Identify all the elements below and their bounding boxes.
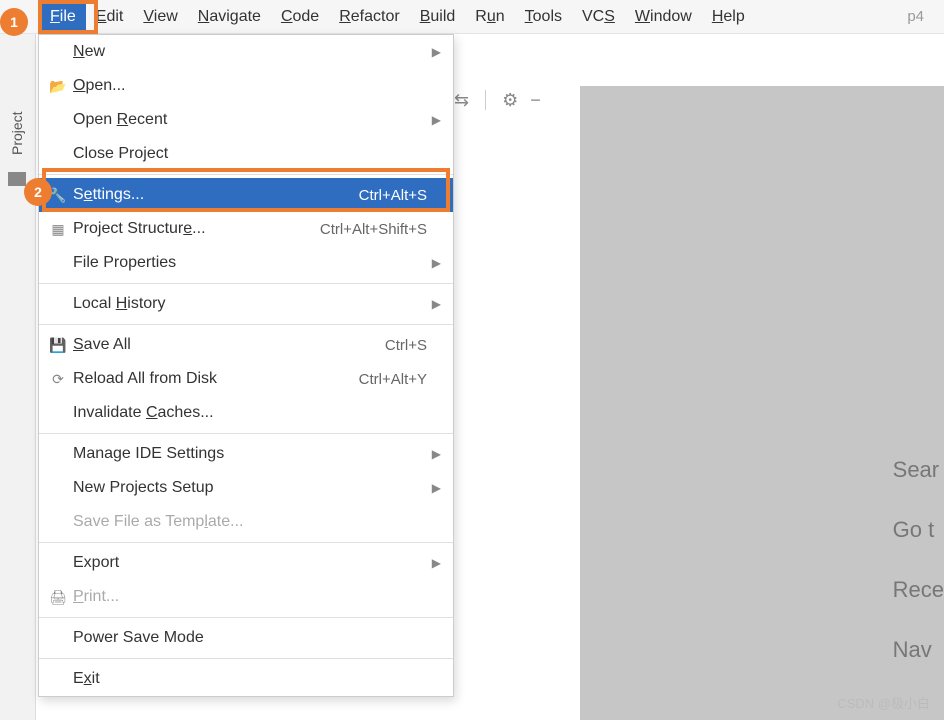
editor-empty-panel: SearGo tReceNav (580, 86, 944, 720)
menu-separator (39, 542, 453, 543)
menu-item-label: Invalidate Caches... (69, 404, 427, 422)
menu-tools[interactable]: Tools (515, 2, 572, 32)
watermark: CSDN @极小白 (837, 693, 930, 712)
menu-run[interactable]: Run (465, 2, 514, 32)
menu-item-label: Save All (69, 336, 385, 354)
menu-vcs[interactable]: VCS (572, 2, 625, 32)
menu-item-reload-from-disk[interactable]: ⟳Reload All from DiskCtrl+Alt+Y (39, 362, 453, 396)
editor-toolbar: ⇆ ⚙ − (454, 86, 541, 114)
menu-item-shortcut: Ctrl+Alt+Y (359, 371, 427, 388)
menu-navigate[interactable]: Navigate (188, 2, 271, 32)
menu-item-new-projects-setup[interactable]: New Projects Setup▶ (39, 471, 453, 505)
menu-item-invalidate-caches[interactable]: Invalidate Caches... (39, 396, 453, 430)
menu-separator (39, 283, 453, 284)
gear-icon[interactable]: ⚙ (502, 90, 518, 111)
save-all-icon: 💾 (47, 337, 69, 354)
menu-item-label: Local History (69, 295, 427, 313)
menu-item-file-properties[interactable]: File Properties▶ (39, 246, 453, 280)
callout-box-1 (38, 0, 98, 34)
menu-item-new[interactable]: New▶ (39, 35, 453, 69)
hint-text: Sear (893, 440, 944, 500)
menu-item-open[interactable]: 📂Open... (39, 69, 453, 103)
menu-separator (39, 324, 453, 325)
callout-badge-2: 2 (24, 178, 52, 206)
submenu-arrow-icon: ▶ (427, 113, 441, 127)
menu-item-open-recent[interactable]: Open Recent▶ (39, 103, 453, 137)
callout-box-2 (42, 168, 450, 212)
menu-item-export[interactable]: Export▶ (39, 546, 453, 580)
menu-item-label: Export (69, 554, 427, 572)
file-menu-dropdown: New▶📂Open...Open Recent▶Close Project🔧Se… (38, 34, 454, 697)
menu-item-label: New Projects Setup (69, 479, 427, 497)
menu-item-print: 🖨Print... (39, 580, 453, 614)
menu-help[interactable]: Help (702, 2, 755, 32)
menu-build[interactable]: Build (410, 2, 466, 32)
print-icon: 🖨 (47, 589, 69, 606)
menu-item-project-structure[interactable]: ▦Project Structure...Ctrl+Alt+Shift+S (39, 212, 453, 246)
menu-code[interactable]: Code (271, 2, 329, 32)
menu-separator (39, 433, 453, 434)
menu-item-label: Close Project (69, 145, 427, 163)
menu-item-label: Power Save Mode (69, 629, 427, 647)
callout-badge-1: 1 (0, 8, 28, 36)
menu-item-label: Print... (69, 588, 427, 606)
menubar: FileEditViewNavigateCodeRefactorBuildRun… (0, 0, 944, 34)
menu-window[interactable]: Window (625, 2, 702, 32)
filter-icon[interactable]: ⇆ (454, 90, 469, 111)
menu-item-label: Open... (69, 77, 427, 95)
hint-text: Rece (893, 560, 944, 620)
project-label: p4 (907, 8, 944, 25)
menu-item-exit[interactable]: Exit (39, 662, 453, 696)
menu-item-label: Save File as Template... (69, 513, 427, 531)
submenu-arrow-icon: ▶ (427, 297, 441, 311)
menu-item-label: Reload All from Disk (69, 370, 359, 388)
minimize-icon[interactable]: − (530, 90, 541, 111)
hint-text: Go t (893, 500, 944, 560)
menu-item-manage-ide-settings[interactable]: Manage IDE Settings▶ (39, 437, 453, 471)
project-tool-tab[interactable]: Project (2, 98, 32, 168)
folder-icon (8, 172, 26, 186)
menu-refactor[interactable]: Refactor (329, 2, 409, 32)
submenu-arrow-icon: ▶ (427, 256, 441, 270)
menu-item-close-project[interactable]: Close Project (39, 137, 453, 171)
submenu-arrow-icon: ▶ (427, 481, 441, 495)
sidebar: Project (0, 34, 36, 720)
menu-item-power-save-mode[interactable]: Power Save Mode (39, 621, 453, 655)
menu-separator (39, 658, 453, 659)
menu-item-label: New (69, 43, 427, 61)
open-icon: 📂 (47, 78, 69, 95)
menu-item-shortcut: Ctrl+S (385, 337, 427, 354)
menu-item-label: Project Structure... (69, 220, 320, 238)
menu-view[interactable]: View (133, 2, 187, 32)
hint-text: Nav (893, 620, 944, 680)
menu-item-save-file-as-template: Save File as Template... (39, 505, 453, 539)
menu-separator (39, 617, 453, 618)
submenu-arrow-icon: ▶ (427, 45, 441, 59)
project-structure-icon: ▦ (47, 221, 69, 238)
menu-item-label: File Properties (69, 254, 427, 272)
menu-item-label: Open Recent (69, 111, 427, 129)
submenu-arrow-icon: ▶ (427, 447, 441, 461)
menu-item-label: Manage IDE Settings (69, 445, 427, 463)
reload-from-disk-icon: ⟳ (47, 371, 69, 388)
menu-item-label: Exit (69, 670, 427, 688)
menu-item-local-history[interactable]: Local History▶ (39, 287, 453, 321)
submenu-arrow-icon: ▶ (427, 556, 441, 570)
menu-item-shortcut: Ctrl+Alt+Shift+S (320, 221, 427, 238)
menu-item-save-all[interactable]: 💾Save AllCtrl+S (39, 328, 453, 362)
